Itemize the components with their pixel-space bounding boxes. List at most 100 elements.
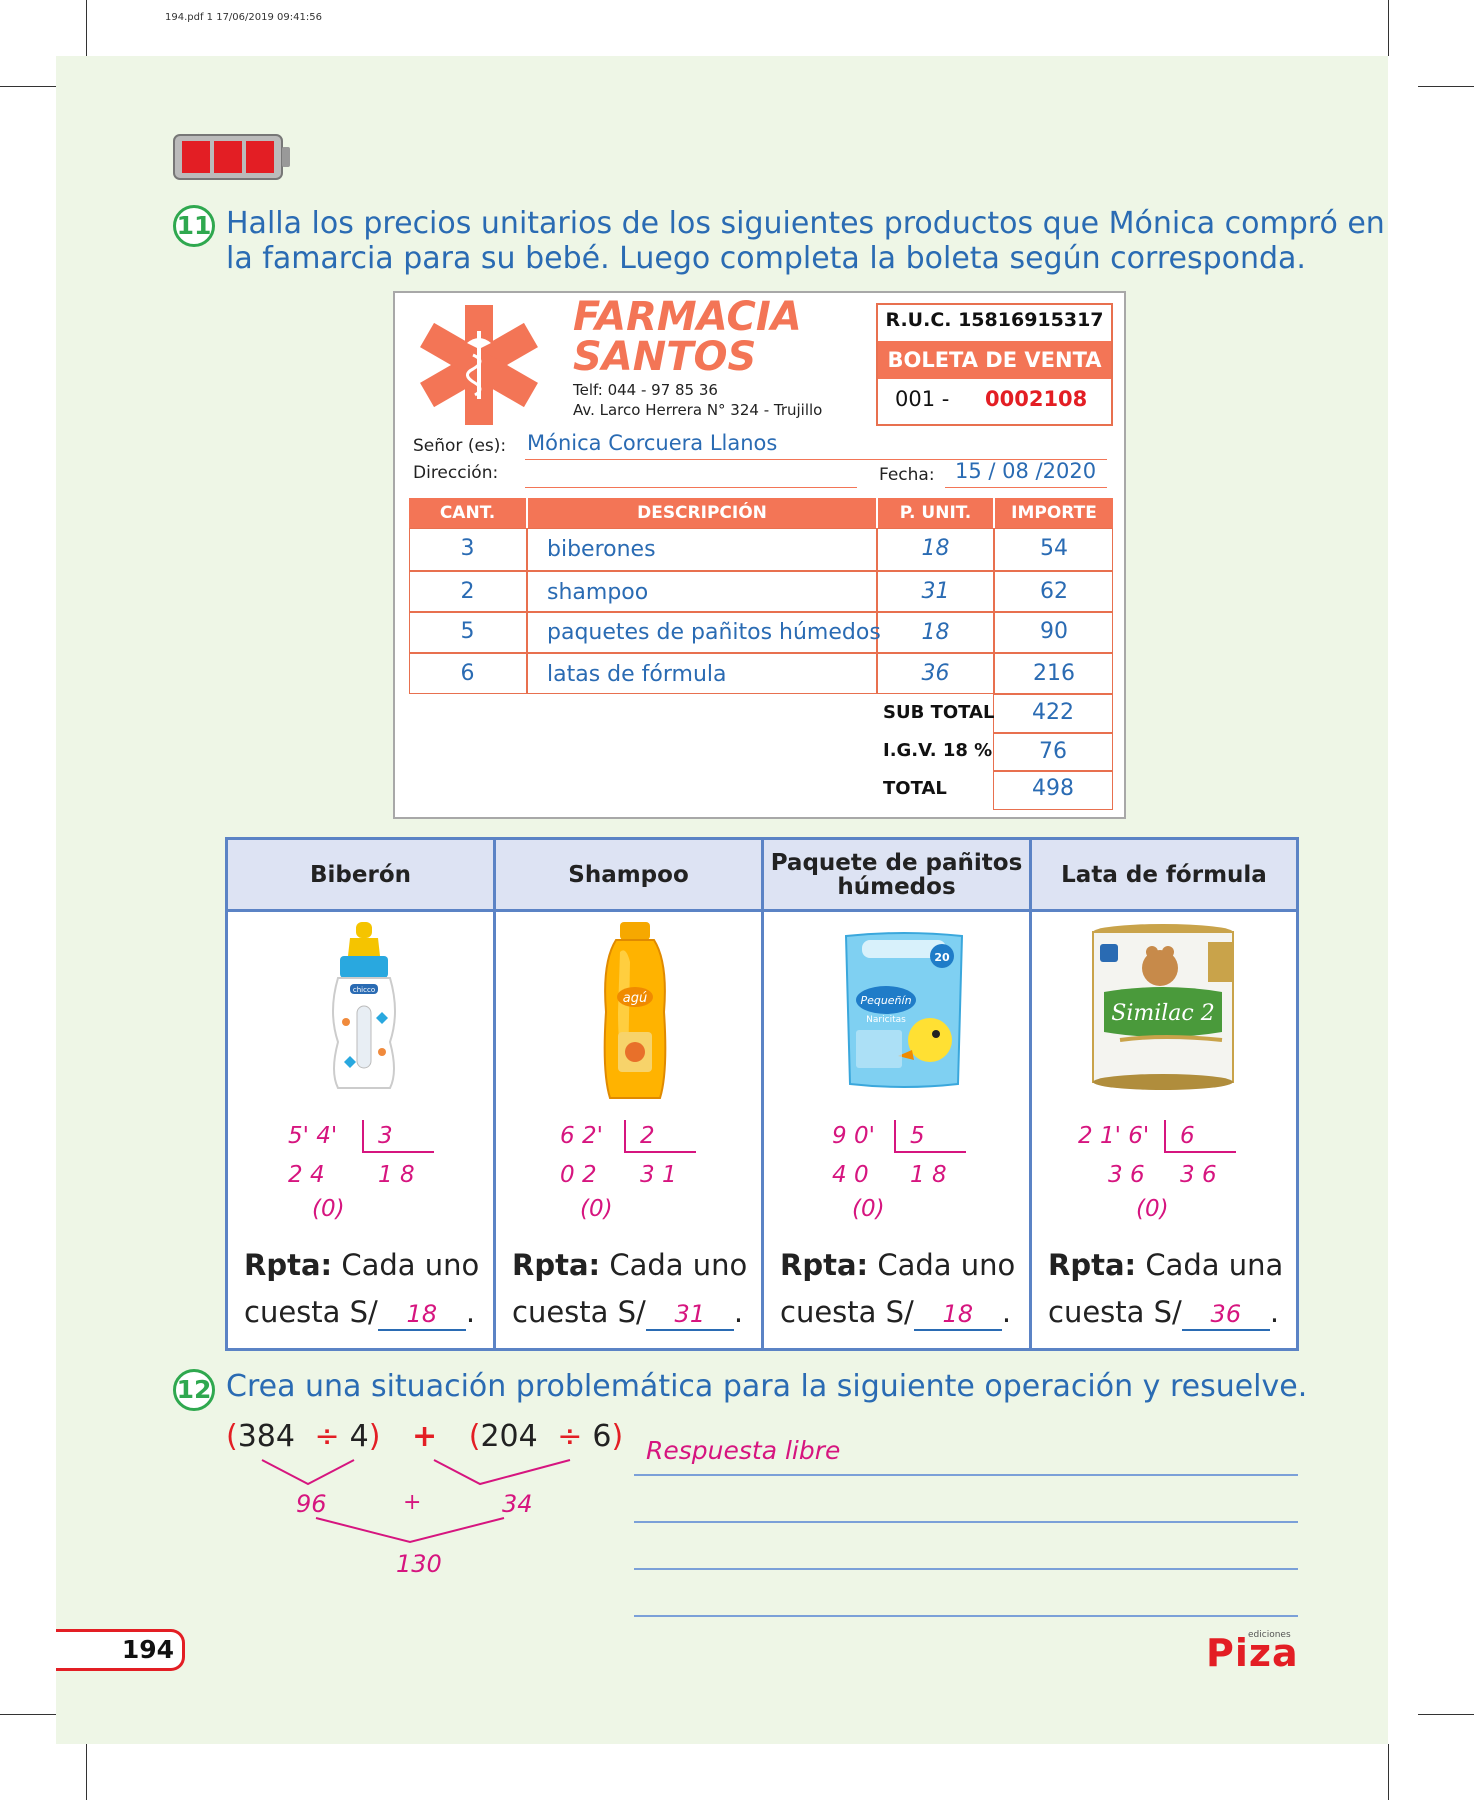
crop-mark (0, 86, 56, 87)
row-3-desc: paquetes de pañitos húmedos (547, 620, 881, 645)
answer-block: Rpta: Cada uno cuesta S/18. (780, 1242, 1015, 1336)
paren-open: ( (468, 1419, 481, 1454)
rpta-end: . (465, 1295, 476, 1329)
division-divisor: 2 (640, 1123, 655, 1149)
division-residue: (0) (1136, 1196, 1169, 1222)
direccion-label: Dirección: (413, 463, 499, 483)
grid-row-line (993, 770, 1113, 772)
row-4-cant: 6 (460, 661, 475, 686)
senor-label: Señor (es): (413, 436, 507, 456)
igv-value: 76 (1039, 739, 1067, 764)
operand-c: 204 (480, 1419, 538, 1454)
division-quotient: 1 8 (378, 1162, 415, 1188)
paren-close: ) (611, 1419, 624, 1454)
baby-bottle-icon: chicco (332, 922, 396, 1089)
header-punit: P. UNIT. (878, 498, 993, 528)
wipes-count: 20 (934, 951, 950, 964)
sales-receipt: FARMACIA SANTOS Telf: 044 - 97 85 36 Av.… (393, 291, 1126, 819)
partial-plus: + (403, 1490, 422, 1515)
division-bracket (1164, 1120, 1166, 1152)
receipt-number: 0002108 (985, 387, 1088, 411)
crop-mark (1418, 1714, 1474, 1715)
page-number: 194 (121, 1635, 174, 1664)
direccion-underline (525, 487, 857, 488)
doc-type: BOLETA DE VENTA (878, 341, 1111, 379)
row-2-punit: 31 (921, 579, 950, 604)
receipt-date: 15 / 08 /2020 (955, 459, 1097, 483)
division-quotient: 3 6 (1180, 1162, 1217, 1188)
rpta-label: Rpta: (1048, 1248, 1137, 1282)
header-descripcion: DESCRIPCIÓN (528, 498, 876, 528)
fecha-underline (945, 487, 1107, 488)
print-header: 194.pdf 1 17/06/2019 09:41:56 (165, 12, 322, 23)
product-name: Lata de fórmula (1032, 840, 1296, 912)
answer-block: Rpta: Cada uno cuesta S/18. (244, 1242, 479, 1336)
row-1-cant: 3 (460, 536, 475, 561)
wipes-sub: Naricitas (866, 1015, 906, 1025)
row-2-cant: 2 (460, 579, 475, 604)
grid-row-line (409, 611, 1113, 613)
shampoo-bottle-icon: agú (603, 922, 667, 1099)
division-dividend: 6 2' (560, 1123, 603, 1149)
question-12-text: Crea una situación problemática para la … (226, 1369, 1308, 1404)
product-col-formula: Lata de fórmula Similac 2 2 1' 6' 6 3 6 … (1032, 840, 1296, 1348)
answer-blank[interactable]: 31 (645, 1299, 734, 1331)
division-bracket-base (1164, 1151, 1236, 1153)
answer-text[interactable]: Respuesta libre (646, 1436, 840, 1465)
row-3-importe: 90 (1040, 619, 1068, 644)
pharmacy-star-of-life-icon (420, 305, 538, 425)
rpta-cost: cuesta S/ (1048, 1295, 1182, 1329)
answer-line[interactable] (634, 1568, 1298, 1570)
row-2-desc: shampoo (547, 580, 649, 605)
division-divisor: 6 (1180, 1123, 1195, 1149)
division-dividend: 5' 4' (288, 1123, 338, 1149)
division-bracket (362, 1120, 364, 1152)
division-work: 3 6 (1108, 1162, 1145, 1188)
answer-line[interactable] (634, 1521, 1298, 1523)
rpta-text: Cada uno (341, 1248, 480, 1282)
operand-b: 4 (349, 1419, 369, 1454)
answer-blank[interactable]: 18 (377, 1299, 466, 1331)
header-cant: CANT. (409, 498, 526, 528)
crop-mark (1418, 86, 1474, 87)
receipt-serie: 001 - (895, 387, 950, 411)
crop-mark (1388, 0, 1389, 56)
product-name: Shampoo (496, 840, 761, 912)
grid-row-line (409, 570, 1113, 572)
answer-line[interactable] (634, 1474, 1298, 1476)
crop-mark (86, 1744, 87, 1800)
product-name: Paquete de pañitos húmedos (764, 840, 1029, 912)
crop-mark (0, 1714, 56, 1715)
plus-sign: + (412, 1419, 438, 1454)
question-number-11: 11 (173, 205, 215, 247)
division-quotient: 1 8 (910, 1162, 947, 1188)
page-sheet: 11 Halla los precios unitarios de los si… (56, 56, 1388, 1744)
wipes-brand: Pequeñín (860, 994, 911, 1007)
rpta-text: Cada una (1145, 1248, 1284, 1282)
division-quotient: 3 1 (640, 1162, 677, 1188)
operand-d: 6 (592, 1419, 612, 1454)
formula-brand: Similac 2 (1111, 1001, 1214, 1026)
answer-block: Rpta: Cada una cuesta S/36. (1048, 1242, 1283, 1336)
header-importe: IMPORTE (995, 498, 1113, 528)
partial-result-2: 34 (502, 1490, 533, 1518)
store-name-line1: FARMACIA (573, 294, 802, 340)
answer-blank[interactable]: 18 (913, 1299, 1002, 1331)
division-divisor: 3 (378, 1123, 393, 1149)
fecha-label: Fecha: (879, 465, 935, 485)
operation: (384 ÷ 4) + (204 ÷ 6) (226, 1419, 623, 1454)
division-dividend: 9 0' (832, 1123, 875, 1149)
division-work: 0 2 (560, 1162, 597, 1188)
rpta-end: . (1001, 1295, 1012, 1329)
paren-open: ( (226, 1419, 238, 1454)
rpta-label: Rpta: (244, 1248, 333, 1282)
rpta-label: Rpta: (780, 1248, 869, 1282)
answer-line[interactable] (634, 1615, 1298, 1617)
row-2-importe: 62 (1040, 579, 1068, 604)
publisher-logo: Piza (1206, 1631, 1299, 1675)
store-address: Av. Larco Herrera N° 324 - Trujillo (573, 401, 823, 419)
operation-brackets (261, 1459, 571, 1544)
answer-blank[interactable]: 36 (1181, 1299, 1270, 1331)
rpta-cost: cuesta S/ (244, 1295, 378, 1329)
row-4-desc: latas de fórmula (547, 662, 727, 687)
